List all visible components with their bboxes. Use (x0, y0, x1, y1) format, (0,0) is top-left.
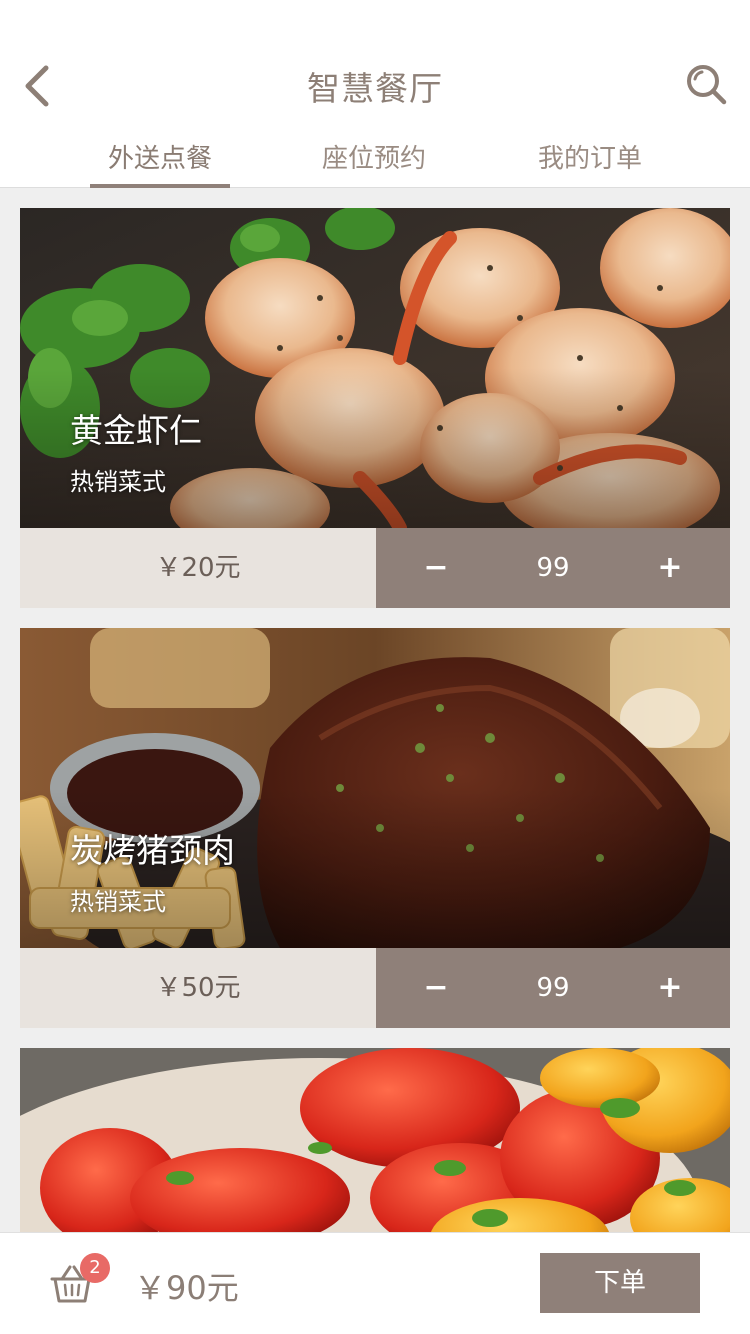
food-name: 炭烤猪颈肉 (70, 831, 235, 870)
quantity-stepper: − 99 + (376, 948, 730, 1028)
page-title: 智慧餐厅 (307, 69, 443, 108)
increase-button[interactable]: + (640, 528, 700, 608)
decrease-button[interactable]: − (406, 948, 466, 1028)
tab-label: 我的订单 (537, 144, 642, 174)
app-header: 智慧餐厅 外送点餐 座位预约 我的订单 (0, 0, 750, 188)
food-action-bar: ￥50元 − 99 + (20, 948, 730, 1028)
food-tag: 热销菜式 (70, 468, 166, 496)
quantity-stepper: − 99 + (376, 528, 730, 608)
tab-delivery[interactable]: 外送点餐 (80, 138, 240, 188)
quantity-value: 99 (536, 973, 570, 1003)
cart-count-badge: 2 (80, 1253, 110, 1283)
decrease-button[interactable]: − (406, 528, 466, 608)
food-price: ￥50元 (20, 948, 376, 1028)
food-image-shrimp: 黄金虾仁 热销菜式 (20, 208, 730, 528)
food-action-bar: ￥20元 − 99 + (20, 528, 730, 608)
search-icon (687, 65, 727, 105)
increase-button[interactable]: + (640, 948, 700, 1028)
food-tag: 热销菜式 (70, 888, 166, 916)
place-order-button[interactable]: 下单 (540, 1253, 700, 1313)
cart-bar: 2 ￥90元 下单 (0, 1232, 750, 1334)
quantity-value: 99 (536, 553, 570, 583)
tab-label: 座位预约 (321, 144, 426, 174)
cart-total-price: ￥90元 (134, 1269, 239, 1307)
search-button[interactable] (684, 62, 730, 108)
tab-bar: 外送点餐 座位预约 我的订单 (0, 138, 750, 188)
food-name: 黄金虾仁 (70, 411, 202, 450)
tab-my-orders[interactable]: 我的订单 (510, 138, 670, 188)
tab-label: 外送点餐 (107, 144, 212, 174)
food-image-tomato-salad (20, 1048, 730, 1232)
tab-active-indicator (90, 184, 230, 188)
tab-seat-reservation[interactable]: 座位预约 (294, 138, 454, 188)
food-price: ￥20元 (20, 528, 376, 608)
food-image-pork-neck: 炭烤猪颈肉 热销菜式 (20, 628, 730, 948)
